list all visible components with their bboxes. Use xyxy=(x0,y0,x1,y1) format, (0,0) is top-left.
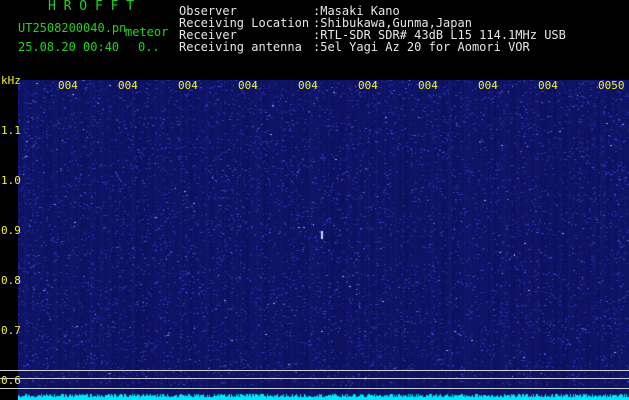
x-tick-label: 004 xyxy=(58,80,78,91)
spectrogram-plot xyxy=(18,80,629,400)
spectrogram-canvas xyxy=(18,80,629,400)
count-label: 0.. xyxy=(138,40,160,54)
reference-line xyxy=(0,388,629,389)
x-tick-label: 004 xyxy=(478,80,498,91)
x-tick-label: 0050 xyxy=(598,80,625,91)
y-tick-label: 0.8 xyxy=(1,274,21,287)
x-tick-label: 004 xyxy=(418,80,438,91)
reference-line xyxy=(0,378,629,379)
y-tick-label: 0.7 xyxy=(1,324,21,337)
x-tick-label: 004 xyxy=(538,80,558,91)
x-tick-label: 004 xyxy=(238,80,258,91)
y-tick-label: 1.1 xyxy=(1,124,21,137)
x-tick-label: 004 xyxy=(298,80,318,91)
mode-label: meteor xyxy=(125,25,169,39)
x-tick-label: 004 xyxy=(358,80,378,91)
antenna-value: :5el Yagi Az 20 for Aomori VOR xyxy=(313,40,530,54)
reference-line xyxy=(0,370,629,371)
filename-label: UT2508200040.pn xyxy=(18,21,127,35)
y-tick-label: 0.9 xyxy=(1,224,21,237)
hrofft-window: H R O F F T UT2508200040.pn meteor 25.08… xyxy=(0,0,629,400)
y-tick-label: 0.6 xyxy=(1,374,21,387)
x-tick-label: 004 xyxy=(178,80,198,91)
y-axis-unit: kHz xyxy=(1,74,21,87)
antenna-label: Receiving antenna xyxy=(179,40,302,54)
y-tick-label: 1.0 xyxy=(1,174,21,187)
app-title: H R O F F T xyxy=(48,0,135,14)
x-tick-label: 004 xyxy=(118,80,138,91)
datetime-label: 25.08.20 00:40 xyxy=(18,40,120,54)
